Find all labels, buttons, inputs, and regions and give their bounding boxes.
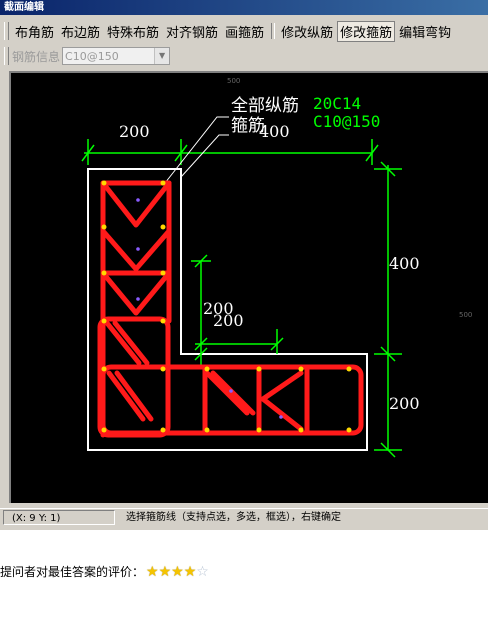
star-icon: ★: [171, 563, 184, 580]
annotation-leader-1: [164, 116, 229, 184]
rebar-info-label: 钢筋信息: [12, 49, 61, 64]
status-hint: 选择箍筋线（支持点选，多选，框选），右键确定: [126, 512, 341, 523]
star-icon: ★: [158, 563, 172, 580]
stirrup-triangle-2[interactable]: [100, 228, 172, 272]
rating-stars: ★ ★ ★ ★ ☆: [146, 565, 209, 579]
rebar-info-value: C10@150: [65, 50, 119, 63]
status-coordinates: (X: 9 Y: 1): [3, 510, 115, 525]
menu-special-rebar[interactable]: 特殊布筋: [104, 21, 162, 42]
annotation-rebar-spec: 20C14: [313, 94, 361, 113]
menu-modify-longitudinal[interactable]: 修改纵筋: [278, 21, 336, 42]
menu-align-rebar[interactable]: 对齐钢筋: [163, 21, 221, 42]
drawing-canvas[interactable]: 500 500 200 400 400 200 200 200 全部纵筋 箍筋 …: [9, 71, 488, 503]
menu-modify-stirrup[interactable]: 修改箍筋: [337, 20, 396, 42]
dim-inner-2: 200: [213, 311, 244, 330]
star-empty-icon: ☆: [196, 563, 209, 580]
menu-draw-stirrup[interactable]: 画箍筋: [222, 21, 267, 42]
menu-edge-rebar[interactable]: 布边筋: [58, 21, 103, 42]
window-title: 截面编辑: [0, 0, 488, 15]
ruler-mark-top: 500: [227, 77, 240, 85]
menubar: 布角筋 布边筋 特殊布筋 对齐钢筋 画箍筋 修改纵筋 修改箍筋 编辑弯钩: [4, 20, 455, 42]
dim-top-left: 200: [119, 122, 150, 141]
ruler-mark-right: 500: [459, 311, 472, 319]
menu-corner-rebar[interactable]: 布角筋: [12, 21, 57, 42]
dim-right-bottom: 200: [389, 394, 420, 413]
stirrup-tie-mid[interactable]: [204, 370, 250, 416]
toolbar-grip-2[interactable]: [4, 47, 9, 65]
stirrup-triangle-3[interactable]: [100, 270, 172, 316]
stirrup-triangle-1[interactable]: [100, 180, 172, 228]
rebar-info-toolbar: 钢筋信息 C10@150 ▼: [4, 45, 171, 67]
annotation-all-longitudinal: 全部纵筋: [231, 96, 299, 116]
annotation-stirrup-spec: C10@150: [313, 112, 380, 131]
annotation-leader-2: [180, 134, 229, 178]
stirrup-tie-right[interactable]: [260, 370, 304, 402]
star-icon: ★: [183, 563, 197, 580]
star-icon: ★: [146, 563, 159, 580]
chevron-down-icon[interactable]: ▼: [154, 48, 170, 64]
rebar-info-combo[interactable]: C10@150 ▼: [62, 47, 171, 65]
toolbar-grip[interactable]: [4, 22, 9, 40]
status-bar: (X: 9 Y: 1) 选择箍筋线（支持点选，多选，框选），右键确定: [0, 508, 488, 527]
menu-separator: [271, 23, 276, 39]
rating-label: 提问者对最佳答案的评价：: [0, 565, 145, 579]
dim-right-top: 400: [389, 254, 420, 273]
annotation-stirrup: 箍筋: [231, 116, 265, 136]
section-editor-window: 截面编辑 布角筋 布边筋 特殊布筋 对齐钢筋 画箍筋 修改纵筋 修改箍筋 编辑弯…: [0, 0, 488, 530]
menu-edit-hook[interactable]: 编辑弯钩: [396, 21, 454, 42]
stirrup-tie-left[interactable]: [106, 370, 146, 422]
answer-rating: 提问者对最佳答案的评价： ★ ★ ★ ★ ☆: [0, 563, 209, 580]
